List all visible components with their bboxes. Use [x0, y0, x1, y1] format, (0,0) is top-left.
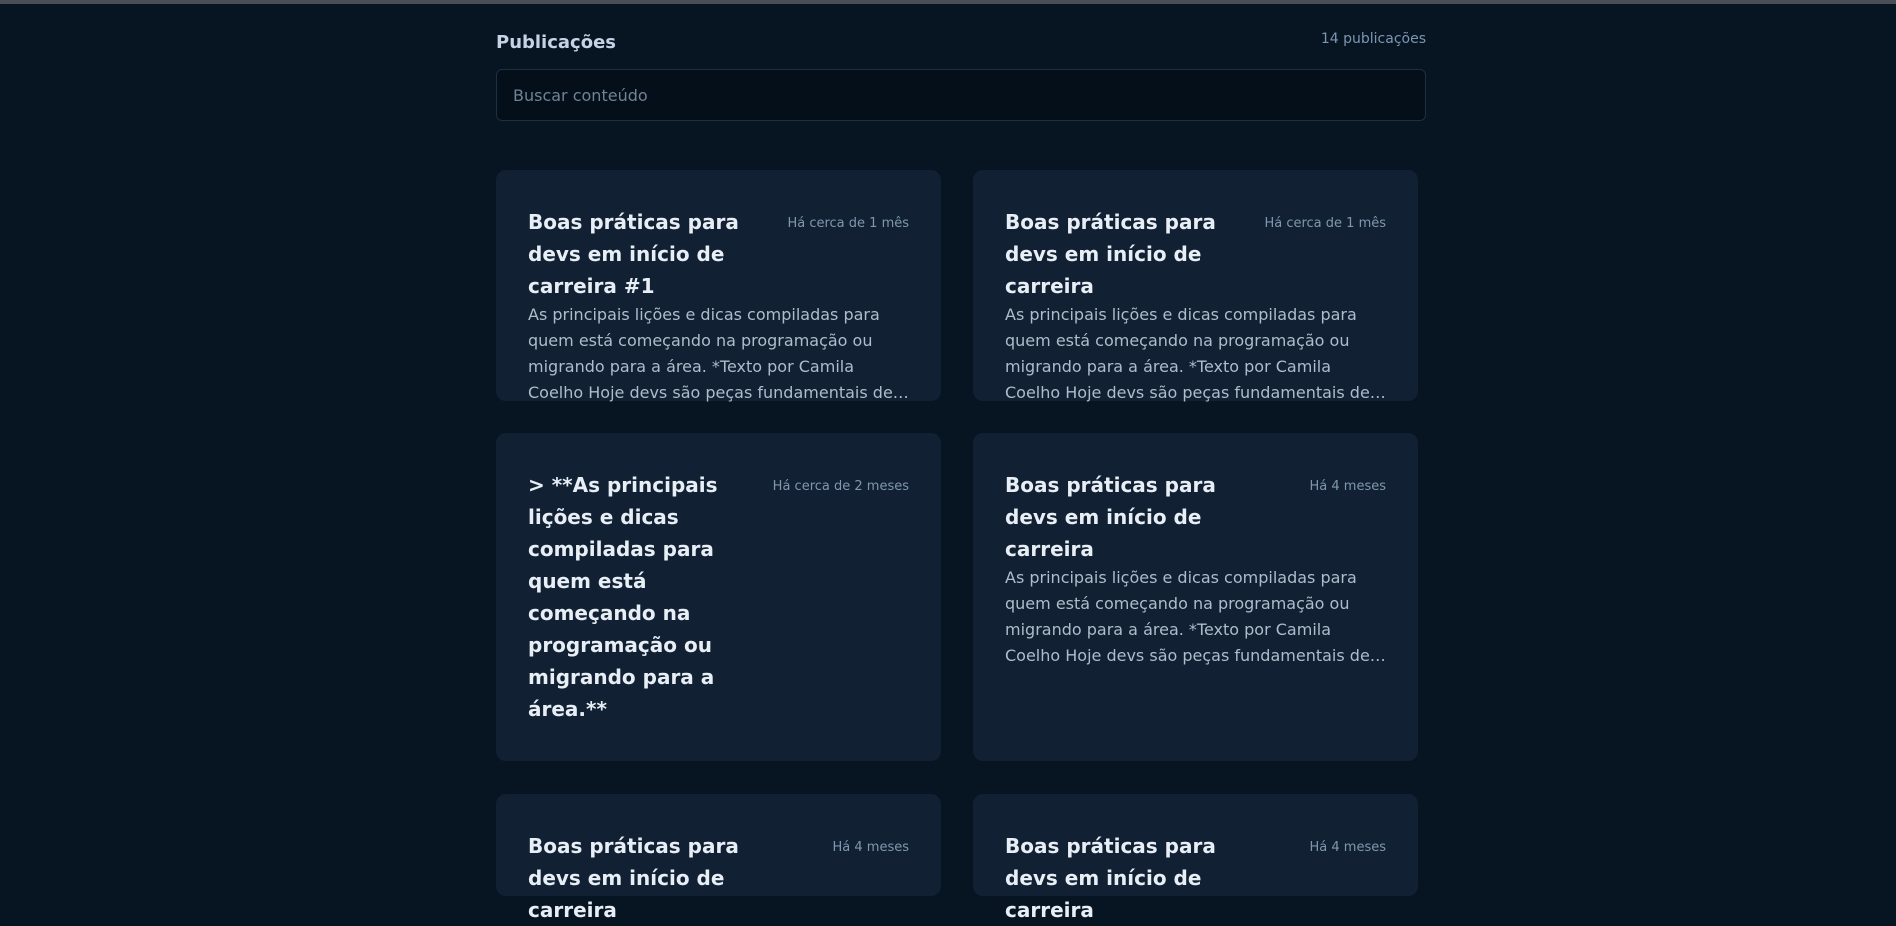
post-card-header: > **As principais lições e dicas compila… [528, 469, 909, 725]
post-title: Boas práticas para devs em início de car… [528, 834, 739, 922]
post-card[interactable]: > **As principais lições e dicas compila… [496, 433, 941, 761]
post-card-header: Boas práticas para devs em início de car… [1005, 830, 1386, 926]
post-time: Há cerca de 1 mês [787, 216, 909, 231]
post-card[interactable]: Boas práticas para devs em início de car… [973, 794, 1418, 922]
search-input[interactable] [496, 69, 1426, 121]
post-card[interactable]: Boas práticas para devs em início de car… [973, 170, 1418, 402]
post-card-header: Boas práticas para devs em início de car… [528, 206, 909, 302]
publications-count: 14 publicações [1320, 31, 1426, 47]
post-time: Há 4 meses [1309, 840, 1386, 855]
page-title: Publicações [496, 32, 617, 53]
publications-section: Publicações 14 publicações Boas práticas… [496, 0, 1426, 922]
post-title: Boas práticas para devs em início de car… [1005, 834, 1216, 922]
post-title: Boas práticas para devs em início de car… [1005, 473, 1216, 561]
post-title: > **As principais lições e dicas compila… [528, 473, 718, 721]
post-time: Há 4 meses [832, 840, 909, 855]
post-excerpt: As principais lições e dicas compiladas … [1005, 305, 1370, 402]
publications-header: Publicações 14 publicações [496, 0, 1426, 70]
post-card[interactable]: Boas práticas para devs em início de car… [496, 794, 941, 922]
post-card-header: Boas práticas para devs em início de car… [1005, 206, 1386, 302]
post-time: Há cerca de 1 mês [1264, 216, 1386, 231]
post-card[interactable]: Boas práticas para devs em início de car… [973, 433, 1418, 761]
post-card[interactable]: Boas práticas para devs em início de car… [496, 170, 941, 402]
post-card-header: Boas práticas para devs em início de car… [1005, 469, 1386, 565]
post-excerpt: As principais lições e dicas compiladas … [1005, 568, 1370, 665]
post-title: Boas práticas para devs em início de car… [528, 210, 739, 298]
post-card-header: Boas práticas para devs em início de car… [528, 830, 909, 926]
post-time: Há 4 meses [1309, 479, 1386, 494]
post-title: Boas práticas para devs em início de car… [1005, 210, 1216, 298]
post-time: Há cerca de 2 meses [772, 479, 909, 494]
post-excerpt: As principais lições e dicas compiladas … [528, 305, 893, 402]
